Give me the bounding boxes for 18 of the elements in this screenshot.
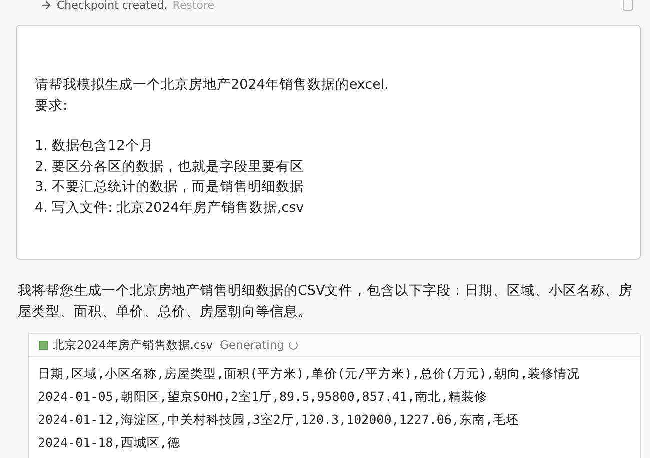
requirement-item: 1. 数据包含12个月 [35,137,154,156]
requirement-item: 2. 要区分各区的数据，也就是字段里要有区 [35,158,306,176]
copy-icon[interactable] [623,0,633,11]
checkpoint-label: Checkpoint created. [57,0,168,12]
code-line: 2024-01-12,海淀区,中关村科技园,3室2厅,120.3,102000,1227.06,东南,毛坯 [38,411,520,429]
response-text: 我将帮您生成一个北京房地产销售明细数据的CSV文件，包含以下字段：日期、区域、小区名称、房屋类型、面积、单价、总价、房屋朝向等信息。 [18,282,634,322]
restore-link[interactable]: Restore [172,0,215,12]
requirement-item: 4. 写入文件: 北京2024年房产销售数据,csv [35,198,306,218]
file-name: 北京2024年房产销售数据.csv [53,338,214,352]
arrow-icon [41,0,52,10]
code-line: 2024-01-18,西城区,德 [38,434,182,452]
requirement-item: 3. 不要汇总统计的数据，而是销售明细数据 [35,178,306,197]
prompt-text: 要求: [35,96,69,116]
prompt-text: 请帮我模拟生成一个北京房地产2024年销售数据的excel. [35,76,390,95]
code-line: 日期,区域,小区名称,房屋类型,面积(平方米),单价(元/平方米),总价(万元),朝向,装修情况 [38,365,581,383]
spreadsheet-icon [39,340,48,350]
code-line: 2024-01-05,朝阳区,望京SOHO,2室1厅,89.5,95800,857.41,南北,精装修 [38,388,488,406]
file-status: Generating [220,338,284,352]
